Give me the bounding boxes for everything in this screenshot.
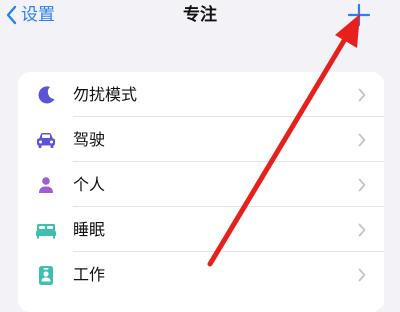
person-icon [35,174,57,196]
focus-item-driving[interactable]: 驾驶 [18,117,384,162]
id-badge-icon [35,264,57,286]
focus-item-label: 个人 [73,175,106,194]
focus-item-label: 睡眠 [73,220,106,239]
focus-list: 勿扰模式 驾驶 个人 睡眠 工作 [18,72,384,312]
chevron-right-icon [358,268,366,282]
focus-item-personal[interactable]: 个人 [18,162,384,207]
navigation-bar: 设置 专注 [0,0,400,34]
focus-item-label: 驾驶 [73,130,106,149]
chevron-right-icon [358,133,366,147]
focus-item-do-not-disturb[interactable]: 勿扰模式 [18,72,384,117]
chevron-right-icon [358,178,366,192]
car-icon [35,129,57,151]
plus-icon [346,3,372,32]
bed-icon [35,219,57,241]
chevron-right-icon [358,223,366,237]
focus-item-label: 勿扰模式 [73,85,138,104]
focus-item-sleep[interactable]: 睡眠 [18,207,384,252]
page-title: 专注 [183,5,217,25]
focus-item-label: 工作 [73,265,106,284]
chevron-right-icon [358,88,366,102]
focus-item-work[interactable]: 工作 [18,252,384,297]
add-focus-button[interactable] [346,2,372,28]
moon-icon [35,84,57,106]
